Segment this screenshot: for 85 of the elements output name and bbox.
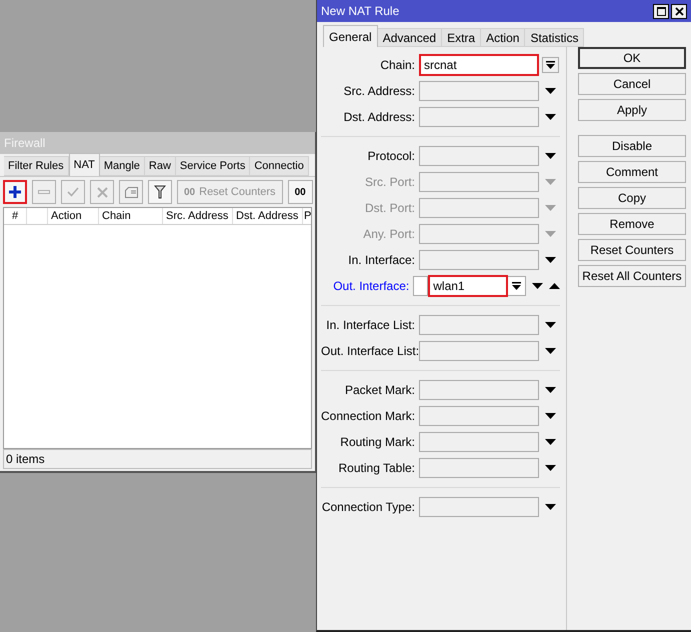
tab[interactable]: Action (481, 28, 526, 47)
tab[interactable]: Connectio (250, 156, 309, 176)
dialog-button[interactable]: Disable (578, 135, 686, 157)
text-field[interactable]: srcnat (419, 54, 539, 76)
field-label: Chain: (379, 57, 416, 74)
field-label: Src. Address: (342, 83, 416, 100)
tab[interactable]: NAT (68, 153, 100, 176)
note-icon (124, 186, 138, 198)
dropdown-arrow-icon[interactable] (532, 282, 543, 290)
text-field[interactable] (419, 432, 539, 452)
filter-button[interactable] (148, 180, 172, 204)
tab[interactable]: Advanced (378, 28, 442, 47)
field-label: Out. Interface List: (321, 343, 419, 360)
add-button[interactable] (3, 180, 27, 204)
text-field[interactable]: wlan1 (428, 275, 508, 297)
column-header[interactable]: Src. Address (163, 208, 233, 224)
check-icon (67, 187, 79, 197)
dialog-button[interactable]: Apply (578, 99, 686, 121)
maximize-button[interactable] (653, 4, 669, 18)
field-label: Src. Port: (364, 174, 416, 191)
field-label: Out. Interface: (332, 278, 410, 295)
dropdown-arrow-icon[interactable] (545, 256, 556, 264)
dialog-button[interactable]: Reset Counters (578, 239, 686, 261)
text-field[interactable] (419, 146, 539, 166)
text-field[interactable] (419, 315, 539, 335)
dropdown-arrow-icon[interactable] (545, 152, 556, 160)
field-label: Connection Type: (321, 499, 416, 516)
close-icon (674, 6, 684, 16)
dialog-button[interactable]: Remove (578, 213, 686, 235)
field-label: Connection Mark: (321, 408, 416, 425)
dialog-button[interactable]: Cancel (578, 73, 686, 95)
field-label: Any. Port: (362, 226, 416, 243)
dropdown-arrow-icon[interactable] (545, 113, 556, 121)
text-field[interactable] (419, 250, 539, 270)
close-button[interactable] (671, 4, 687, 18)
dropdown-bar-icon[interactable] (545, 61, 556, 69)
plus-icon (9, 186, 21, 198)
dropdown-bar-icon[interactable] (511, 282, 522, 290)
field-label: Dst. Address: (342, 109, 416, 126)
dialog-button[interactable]: Reset All Counters (578, 265, 686, 287)
dropdown-arrow-icon[interactable] (545, 464, 556, 472)
dropdown-arrow-icon[interactable] (545, 503, 556, 511)
tab[interactable]: Filter Rules (4, 156, 69, 176)
toolbar-button[interactable]: 00 (288, 180, 313, 204)
text-field[interactable] (419, 380, 539, 400)
field-label: In. Interface List: (325, 317, 416, 334)
dropdown-arrow-icon[interactable] (545, 347, 556, 355)
dropdown-arrow-icon[interactable] (545, 321, 556, 329)
maximize-icon (656, 6, 666, 16)
dialog-button[interactable]: Copy (578, 187, 686, 209)
dialog-button[interactable]: OK (578, 47, 686, 69)
dropdown-arrow-icon[interactable] (545, 386, 556, 394)
tab[interactable]: Statistics (525, 28, 584, 47)
dropdown-arrow-icon[interactable] (545, 412, 556, 420)
field-label: Dst. Port: (364, 200, 416, 217)
column-header[interactable]: P (303, 208, 311, 224)
field-label: Packet Mark: (344, 382, 416, 399)
column-header[interactable]: Dst. Address (233, 208, 303, 224)
field-label: Routing Mark: (339, 434, 416, 451)
tab[interactable]: Mangle (100, 156, 145, 176)
dialog-button[interactable]: Comment (578, 161, 686, 183)
dropdown-arrow-icon[interactable] (545, 87, 556, 95)
text-field[interactable] (419, 458, 539, 478)
up-arrow-icon[interactable] (549, 282, 560, 290)
column-header[interactable]: # (4, 208, 27, 224)
text-field[interactable] (419, 497, 539, 517)
field-label: In. Interface: (347, 252, 416, 269)
tab[interactable]: General (323, 25, 378, 47)
text-field[interactable] (419, 81, 539, 101)
column-header[interactable]: Action (48, 208, 99, 224)
text-field[interactable] (419, 341, 539, 361)
x-icon (96, 186, 108, 198)
text-field[interactable] (419, 107, 539, 127)
dropdown-arrow-icon[interactable] (545, 438, 556, 446)
text-field[interactable] (419, 406, 539, 426)
tab[interactable]: Raw (144, 156, 176, 176)
field-label: Routing Table: (338, 460, 416, 477)
field-label: Protocol: (366, 148, 416, 165)
tab[interactable]: Extra (442, 28, 482, 47)
column-header[interactable]: Chain (99, 208, 163, 224)
window-title: New NAT Rule (321, 3, 400, 20)
status-text: 0 items (6, 451, 45, 468)
filter-icon (154, 185, 166, 199)
minus-icon (38, 190, 50, 194)
tab[interactable]: Service Ports (176, 156, 250, 176)
